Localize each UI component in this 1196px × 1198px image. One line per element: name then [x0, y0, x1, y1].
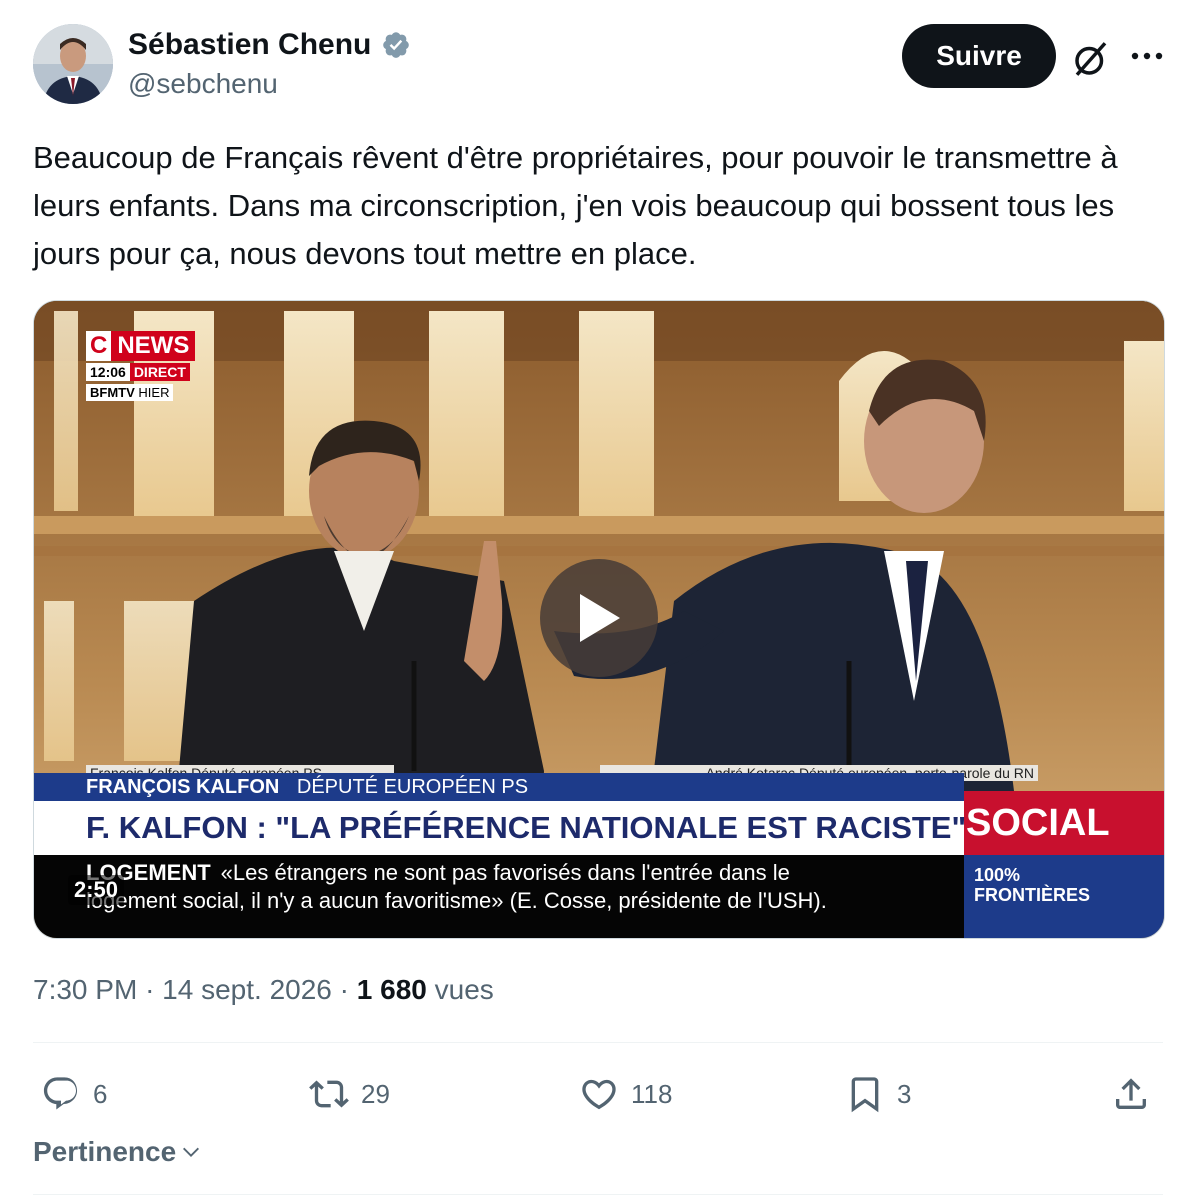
- share-icon: [1116, 1078, 1146, 1109]
- video-duration: 2:50: [68, 875, 125, 905]
- verified-badge-icon: [383, 32, 410, 58]
- divider-bottom: [33, 1194, 1163, 1195]
- ticker-line-2: logement social, il n'y a aucun favoriti…: [86, 888, 827, 913]
- lower-third-speaker: FRANÇOIS KALFON: [86, 776, 280, 798]
- source-name: BFMTV: [90, 385, 135, 400]
- repost-icon: [309, 1080, 349, 1108]
- author-name-row[interactable]: Sébastien Chenu: [128, 28, 411, 62]
- channel-logo-c: C: [86, 331, 112, 361]
- author-avatar[interactable]: [33, 24, 113, 104]
- reply-button[interactable]: 6: [41, 1064, 107, 1124]
- lower-third-headline: F. KALFON : "LA PRÉFÉRENCE NATIONALE EST…: [34, 801, 966, 855]
- views-count: 1 680: [356, 974, 427, 1005]
- play-icon: [580, 594, 620, 642]
- video-player[interactable]: C NEWS 12:06 DIRECT BFMTV HIER François …: [33, 300, 1165, 939]
- tweet-date[interactable]: 14 sept. 2026: [162, 974, 332, 1005]
- action-bar: 6 29 118 3: [33, 1064, 1163, 1124]
- like-button[interactable]: 118: [579, 1064, 672, 1124]
- broadcast-clock: 12:06: [86, 363, 130, 381]
- sort-selector[interactable]: Pertinence: [33, 1136, 202, 1168]
- grok-icon[interactable]: [1070, 38, 1112, 80]
- avatar-image: [33, 24, 113, 104]
- chevron-down-icon: [183, 1147, 200, 1157]
- like-count: 118: [631, 1078, 673, 1109]
- source-when: HIER: [138, 385, 170, 400]
- tweet-text: Beaucoup de Français rêvent d'être propr…: [33, 140, 1118, 271]
- meta-separator: ·: [339, 974, 357, 1005]
- share-button[interactable]: [1111, 1064, 1151, 1124]
- play-button[interactable]: [540, 559, 658, 677]
- bookmark-button[interactable]: 3: [845, 1064, 911, 1124]
- side-panel-red: SOCIAL: [964, 791, 1164, 855]
- ticker-line-1: «Les étrangers ne sont pas favorisés dan…: [220, 860, 790, 885]
- views-label: vues: [434, 974, 494, 1005]
- sort-label: Pertinence: [33, 1136, 177, 1167]
- side-blue-line1: 100%: [974, 865, 1021, 885]
- channel-logo: C NEWS 12:06 DIRECT BFMTV HIER: [86, 331, 196, 402]
- follow-button[interactable]: Suivre: [902, 24, 1056, 88]
- news-ticker: LOGEMENT «Les étrangers ne sont pas favor…: [34, 855, 964, 938]
- source-label: BFMTV HIER: [86, 384, 174, 401]
- reply-count: 6: [93, 1078, 108, 1109]
- divider-top: [33, 1042, 1163, 1043]
- meta-separator: ·: [145, 974, 163, 1005]
- live-label: DIRECT: [129, 363, 190, 381]
- lower-third-name: FRANÇOIS KALFON DÉPUTÉ EUROPÉEN PS: [34, 773, 964, 801]
- repost-count: 29: [361, 1078, 390, 1109]
- bookmark-icon: [851, 1077, 879, 1113]
- side-blue-line2: FRONTIÈRES: [974, 885, 1091, 905]
- tweet-time[interactable]: 7:30 PM: [33, 974, 137, 1005]
- like-icon: [582, 1079, 616, 1110]
- more-icon[interactable]: [1126, 38, 1168, 74]
- repost-button[interactable]: 29: [309, 1064, 390, 1124]
- author-handle[interactable]: @sebchenu: [128, 68, 278, 100]
- tweet-meta: 7:30 PM · 14 sept. 2026 · 1 680 vues: [33, 974, 494, 1006]
- bookmark-count: 3: [897, 1078, 912, 1109]
- reply-icon: [43, 1077, 78, 1110]
- channel-logo-news: NEWS: [111, 331, 196, 361]
- side-panel-blue: 100% FRONTIÈRES: [964, 855, 1164, 938]
- lower-third-role: DÉPUTÉ EUROPÉEN PS: [296, 776, 529, 798]
- author-name[interactable]: Sébastien Chenu: [128, 28, 371, 62]
